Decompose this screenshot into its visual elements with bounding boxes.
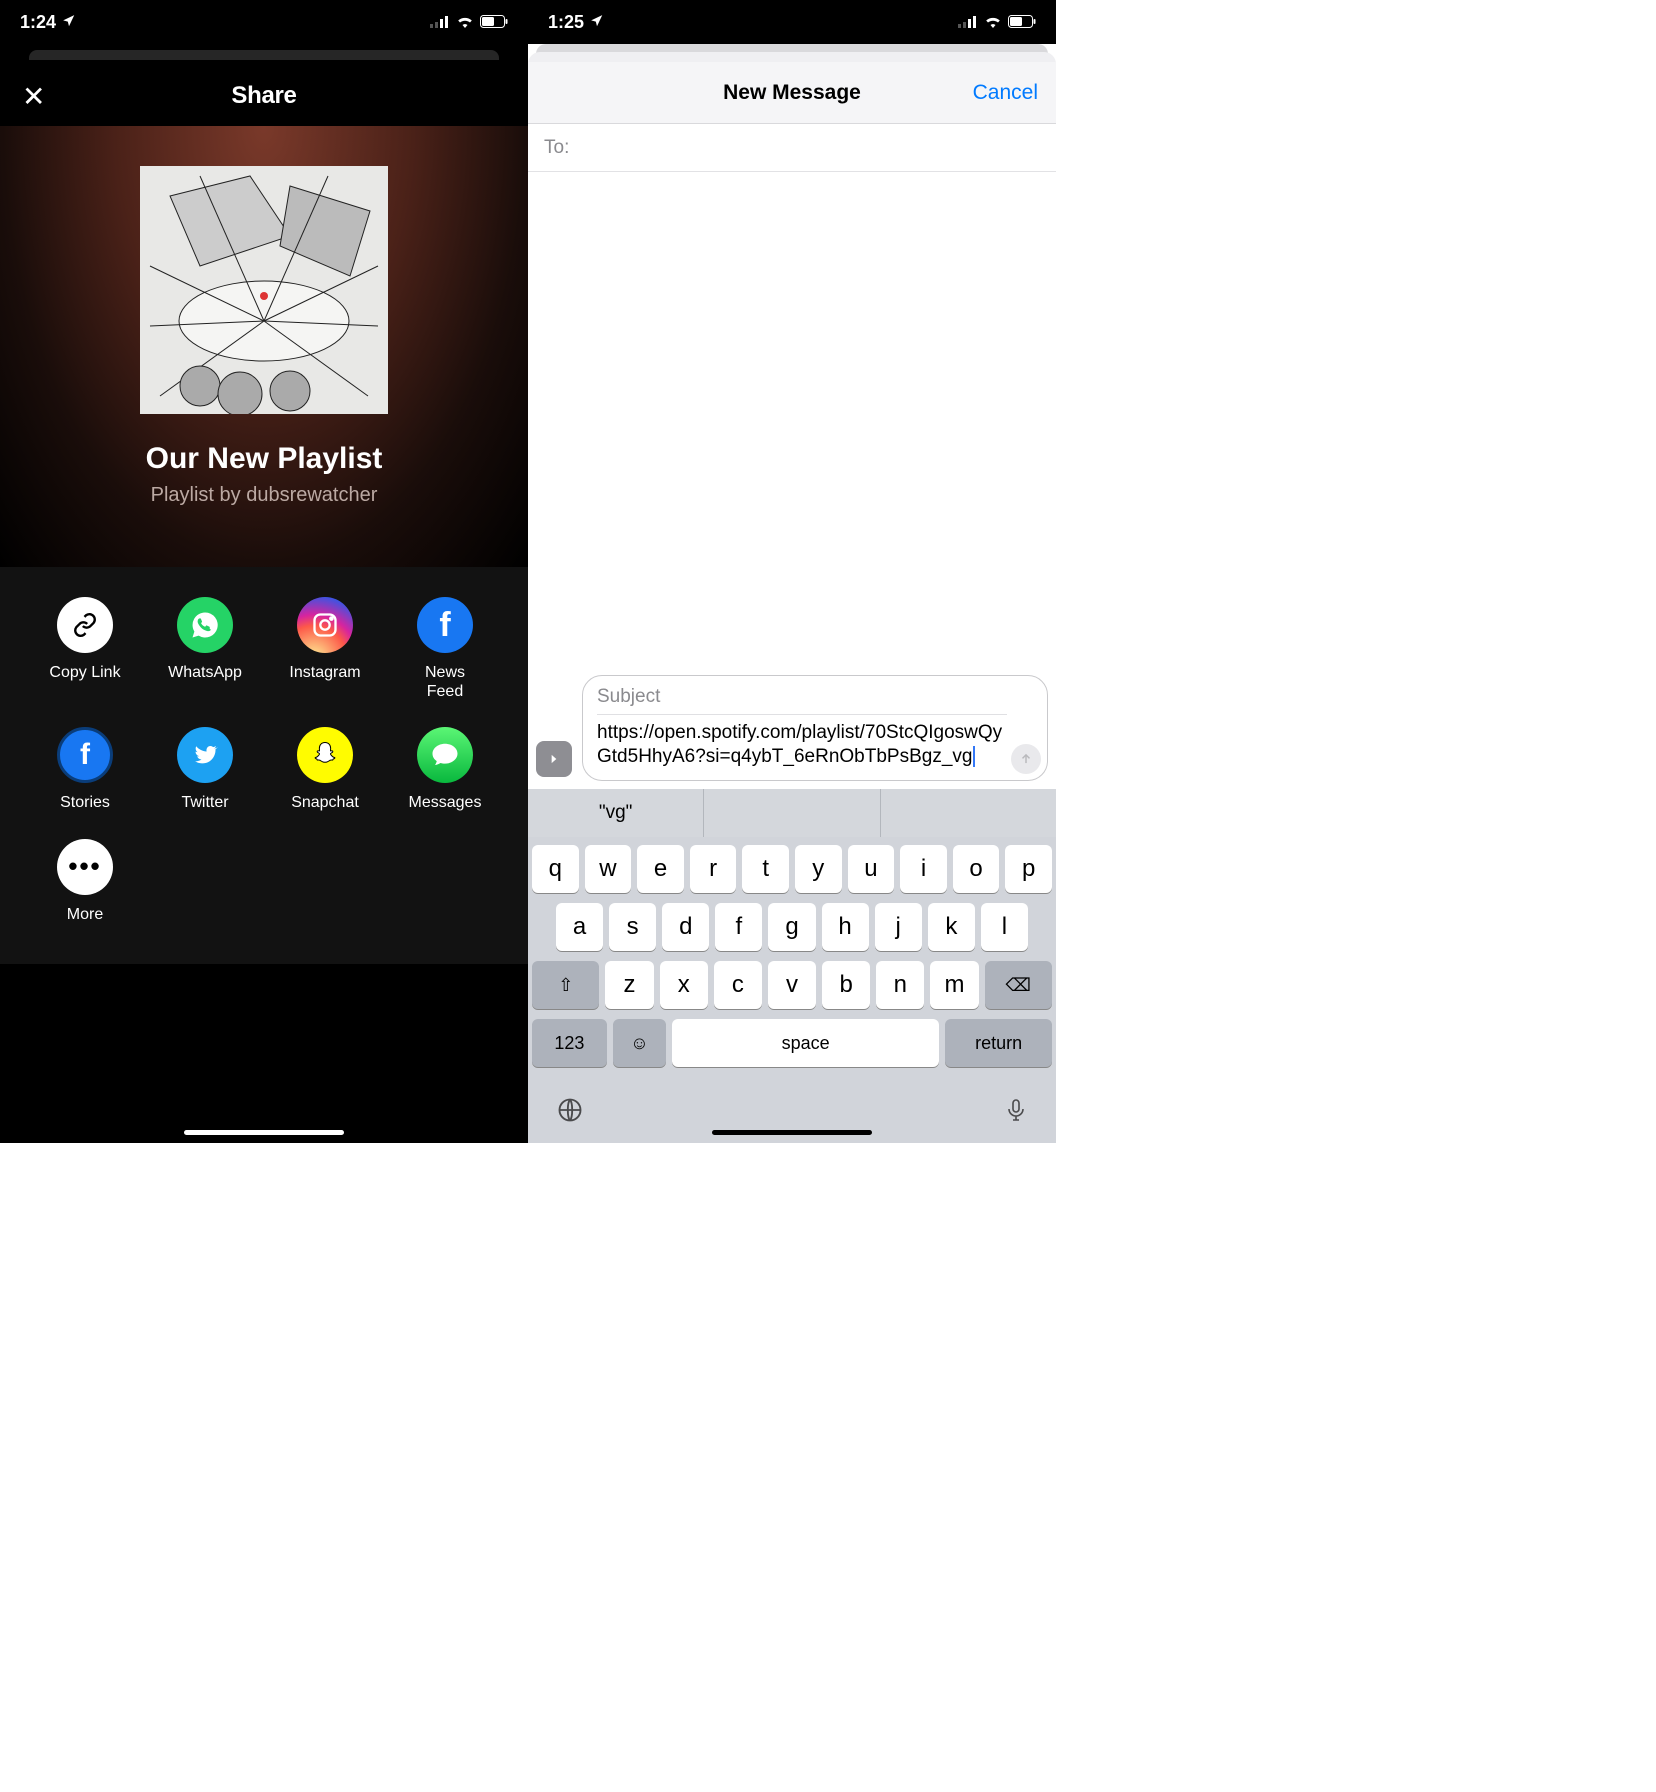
location-icon	[590, 12, 604, 33]
compose-nav: New Message Cancel	[528, 62, 1056, 124]
key-space[interactable]: space	[672, 1019, 939, 1067]
snapchat-icon	[297, 727, 353, 783]
home-indicator[interactable]	[184, 1130, 344, 1135]
status-bar: 1:24	[0, 0, 528, 44]
key-g[interactable]: g	[768, 903, 815, 951]
key-m[interactable]: m	[930, 961, 978, 1009]
signal-icon	[958, 12, 978, 33]
share-instagram[interactable]: Instagram	[270, 597, 380, 701]
share-news-feed[interactable]: f News Feed	[390, 597, 500, 701]
instagram-icon	[297, 597, 353, 653]
more-icon: •••	[57, 839, 113, 895]
apps-button[interactable]	[536, 741, 572, 777]
key-z[interactable]: z	[605, 961, 653, 1009]
playlist-subtitle: Playlist by dubsrewatcher	[0, 484, 528, 507]
key-u[interactable]: u	[848, 845, 895, 893]
message-input-row: Subject https://open.spotify.com/playlis…	[536, 675, 1048, 781]
sheet-stack	[528, 44, 1056, 62]
share-stories[interactable]: f Stories	[30, 727, 140, 812]
battery-icon	[480, 12, 508, 33]
share-copy-link[interactable]: Copy Link	[30, 597, 140, 701]
key-emoji[interactable]: ☺	[613, 1019, 666, 1067]
suggestion-bar: "vg"	[528, 789, 1056, 837]
share-snapchat[interactable]: Snapchat	[270, 727, 380, 812]
share-more[interactable]: ••• More	[30, 839, 140, 924]
cancel-button[interactable]: Cancel	[973, 81, 1038, 105]
key-r[interactable]: r	[690, 845, 737, 893]
key-f[interactable]: f	[715, 903, 762, 951]
wifi-icon	[984, 12, 1002, 33]
battery-icon	[1008, 12, 1036, 33]
share-whatsapp[interactable]: WhatsApp	[150, 597, 260, 701]
mic-icon[interactable]	[1004, 1095, 1028, 1132]
status-bar: 1:25	[528, 0, 1056, 44]
key-row-4: 123 ☺ space return	[532, 1019, 1052, 1067]
playlist-cover	[140, 166, 388, 414]
keyboard: "vg" q w e r t y u i o p a	[528, 789, 1056, 1143]
whatsapp-icon	[177, 597, 233, 653]
key-row-1: q w e r t y u i o p	[532, 845, 1052, 893]
key-shift[interactable]: ⇧	[532, 961, 599, 1009]
to-label: To:	[544, 137, 569, 159]
sheet-handle	[0, 44, 528, 60]
key-s[interactable]: s	[609, 903, 656, 951]
key-numbers[interactable]: 123	[532, 1019, 607, 1067]
key-return[interactable]: return	[945, 1019, 1052, 1067]
compose-title: New Message	[723, 81, 861, 105]
key-y[interactable]: y	[795, 845, 842, 893]
share-header: ✕ Share	[0, 66, 528, 126]
share-title: Share	[231, 82, 296, 110]
key-row-2: a s d f g h j k l	[532, 903, 1052, 951]
twitter-icon	[177, 727, 233, 783]
key-k[interactable]: k	[928, 903, 975, 951]
wifi-icon	[456, 12, 474, 33]
key-row-3: ⇧ z x c v b n m ⌫	[532, 961, 1052, 1009]
key-h[interactable]: h	[822, 903, 869, 951]
signal-icon	[430, 12, 450, 33]
key-l[interactable]: l	[981, 903, 1028, 951]
key-w[interactable]: w	[585, 845, 632, 893]
compose-area: Subject https://open.spotify.com/playlis…	[528, 172, 1056, 789]
key-v[interactable]: v	[768, 961, 816, 1009]
send-button[interactable]	[1011, 744, 1041, 774]
key-j[interactable]: j	[875, 903, 922, 951]
key-t[interactable]: t	[742, 845, 789, 893]
globe-icon[interactable]	[556, 1096, 584, 1131]
suggestion[interactable]: "vg"	[528, 789, 704, 837]
location-icon	[62, 12, 76, 33]
share-twitter[interactable]: Twitter	[150, 727, 260, 812]
status-time: 1:25	[548, 12, 584, 33]
key-p[interactable]: p	[1005, 845, 1052, 893]
home-indicator[interactable]	[712, 1130, 872, 1135]
subject-field[interactable]: Subject	[597, 686, 1007, 715]
suggestion-empty-2[interactable]	[881, 789, 1056, 837]
key-o[interactable]: o	[953, 845, 1000, 893]
playlist-preview: Our New Playlist Playlist by dubsrewatch…	[0, 126, 528, 567]
key-n[interactable]: n	[876, 961, 924, 1009]
key-i[interactable]: i	[900, 845, 947, 893]
facebook-stories-icon: f	[57, 727, 113, 783]
key-q[interactable]: q	[532, 845, 579, 893]
share-messages[interactable]: Messages	[390, 727, 500, 812]
message-body[interactable]: https://open.spotify.com/playlist/70StcQ…	[597, 721, 1007, 770]
to-field[interactable]: To:	[528, 124, 1056, 172]
key-e[interactable]: e	[637, 845, 684, 893]
link-icon	[57, 597, 113, 653]
key-x[interactable]: x	[660, 961, 708, 1009]
status-time: 1:24	[20, 12, 56, 33]
messages-compose-screen: 1:25 New Message Cancel To:	[528, 0, 1056, 1143]
spotify-share-screen: 1:24 ✕ Share	[0, 0, 528, 1143]
key-b[interactable]: b	[822, 961, 870, 1009]
suggestion-empty-1[interactable]	[704, 789, 880, 837]
share-options-grid: Copy Link WhatsApp Instagram f News Feed…	[0, 567, 528, 964]
facebook-icon: f	[417, 597, 473, 653]
key-c[interactable]: c	[714, 961, 762, 1009]
close-icon[interactable]: ✕	[22, 80, 45, 113]
key-a[interactable]: a	[556, 903, 603, 951]
message-bubble[interactable]: Subject https://open.spotify.com/playlis…	[582, 675, 1048, 781]
key-d[interactable]: d	[662, 903, 709, 951]
messages-icon	[417, 727, 473, 783]
key-backspace[interactable]: ⌫	[985, 961, 1052, 1009]
playlist-title: Our New Playlist	[0, 442, 528, 476]
